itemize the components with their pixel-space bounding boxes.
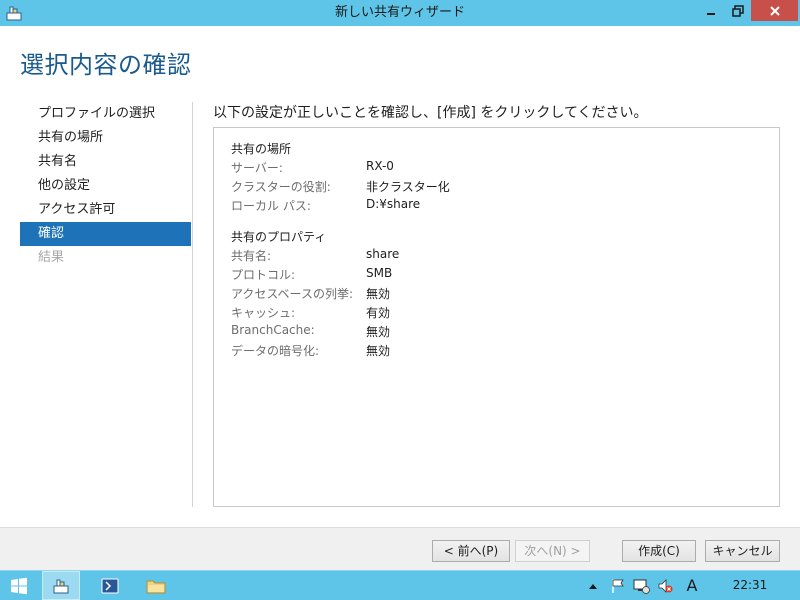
summary-row: アクセスベースの列挙: 無効 (231, 285, 771, 303)
folder-icon (146, 580, 166, 593)
summary-row: サーバー: RX-0 (231, 159, 771, 177)
action-center-flag[interactable] (608, 571, 628, 600)
windows-logo-icon (11, 577, 27, 594)
share-wizard-icon (53, 579, 69, 593)
title-bar: 新しい共有ウィザード (0, 0, 800, 26)
summary-row: プロトコル: SMB (231, 266, 771, 284)
summary-value: RX-0 (366, 159, 394, 173)
wizard-button-bar: < 前へ(P) 次へ(N) > 作成(C) キャンセル (0, 527, 800, 570)
restore-icon (731, 4, 744, 17)
network-status[interactable] (630, 571, 652, 600)
flag-icon (612, 578, 624, 593)
ime-indicator[interactable]: A (682, 571, 702, 600)
nav-divider (192, 102, 193, 507)
summary-label: キャッシュ: (231, 306, 296, 320)
summary-value: 無効 (366, 325, 391, 339)
summary-value: 非クラスター化 (366, 180, 450, 194)
volume-muted-icon (658, 578, 673, 593)
summary-label: データの暗号化: (231, 344, 320, 358)
summary-value: 無効 (366, 344, 391, 358)
wizard-step-nav: プロファイルの選択 共有の場所 共有名 他の設定 アクセス許可 確認 結果 (20, 102, 191, 270)
nav-item-share-location[interactable]: 共有の場所 (20, 126, 191, 150)
summary-row: データの暗号化: 無効 (231, 342, 771, 360)
summary-value: D:¥share (366, 197, 421, 211)
section-title-location: 共有の場所 (231, 142, 292, 156)
taskbar: A 22:31 (0, 570, 800, 600)
close-button[interactable] (751, 0, 798, 21)
next-button: 次へ(N) > (515, 540, 590, 562)
page-title: 選択内容の確認 (20, 51, 192, 79)
chevron-up-icon (589, 583, 597, 589)
summary-label: アクセスベースの列挙: (231, 287, 354, 301)
summary-value: share (366, 247, 400, 261)
start-button[interactable] (4, 571, 34, 600)
create-button[interactable]: 作成(C) (622, 540, 696, 562)
taskbar-powershell[interactable] (92, 571, 128, 600)
summary-label: サーバー: (231, 161, 283, 175)
summary-label: クラスターの役割: (231, 180, 331, 194)
taskbar-file-explorer[interactable] (138, 571, 174, 600)
summary-row: クラスターの役割: 非クラスター化 (231, 178, 771, 196)
previous-button[interactable]: < 前へ(P) (432, 540, 510, 562)
section-title-properties: 共有のプロパティ (231, 230, 327, 244)
nav-item-other-settings[interactable]: 他の設定 (20, 174, 191, 198)
summary-label: プロトコル: (231, 268, 296, 282)
nav-item-confirmation[interactable]: 確認 (20, 222, 191, 246)
summary-value: SMB (366, 266, 393, 280)
summary-label: ローカル パス: (231, 199, 311, 213)
network-icon (633, 579, 650, 594)
summary-row: BranchCache: 無効 (231, 323, 771, 341)
nav-item-permissions[interactable]: アクセス許可 (20, 198, 191, 222)
summary-label: BranchCache: (231, 323, 315, 337)
summary-value: 無効 (366, 287, 391, 301)
show-hidden-icons-button[interactable] (586, 571, 600, 600)
instruction-text: 以下の設定が正しいことを確認し、[作成] をクリックしてください。 (213, 105, 648, 121)
taskbar-share-wizard[interactable] (42, 571, 80, 600)
confirmation-summary: 共有の場所 サーバー: RX-0 クラスターの役割: 非クラスター化 ローカル … (213, 127, 780, 507)
close-icon (769, 5, 780, 16)
minimize-button[interactable] (697, 0, 724, 21)
window-title: 新しい共有ウィザード (334, 5, 465, 20)
nav-item-share-name[interactable]: 共有名 (20, 150, 191, 174)
nav-item-results: 結果 (38, 250, 65, 265)
summary-row: 共有名: share (231, 247, 771, 265)
summary-value: 有効 (366, 306, 391, 320)
volume-control[interactable] (655, 571, 675, 600)
powershell-icon (101, 578, 119, 593)
nav-item-profile[interactable]: プロファイルの選択 (20, 102, 191, 126)
summary-row: ローカル パス: D:¥share (231, 197, 771, 215)
maximize-button[interactable] (724, 0, 751, 21)
minimize-icon (706, 12, 715, 15)
summary-row: キャッシュ: 有効 (231, 304, 771, 322)
taskbar-clock[interactable]: 22:31 (720, 571, 780, 600)
cancel-button[interactable]: キャンセル (705, 540, 780, 562)
summary-label: 共有名: (231, 249, 272, 263)
